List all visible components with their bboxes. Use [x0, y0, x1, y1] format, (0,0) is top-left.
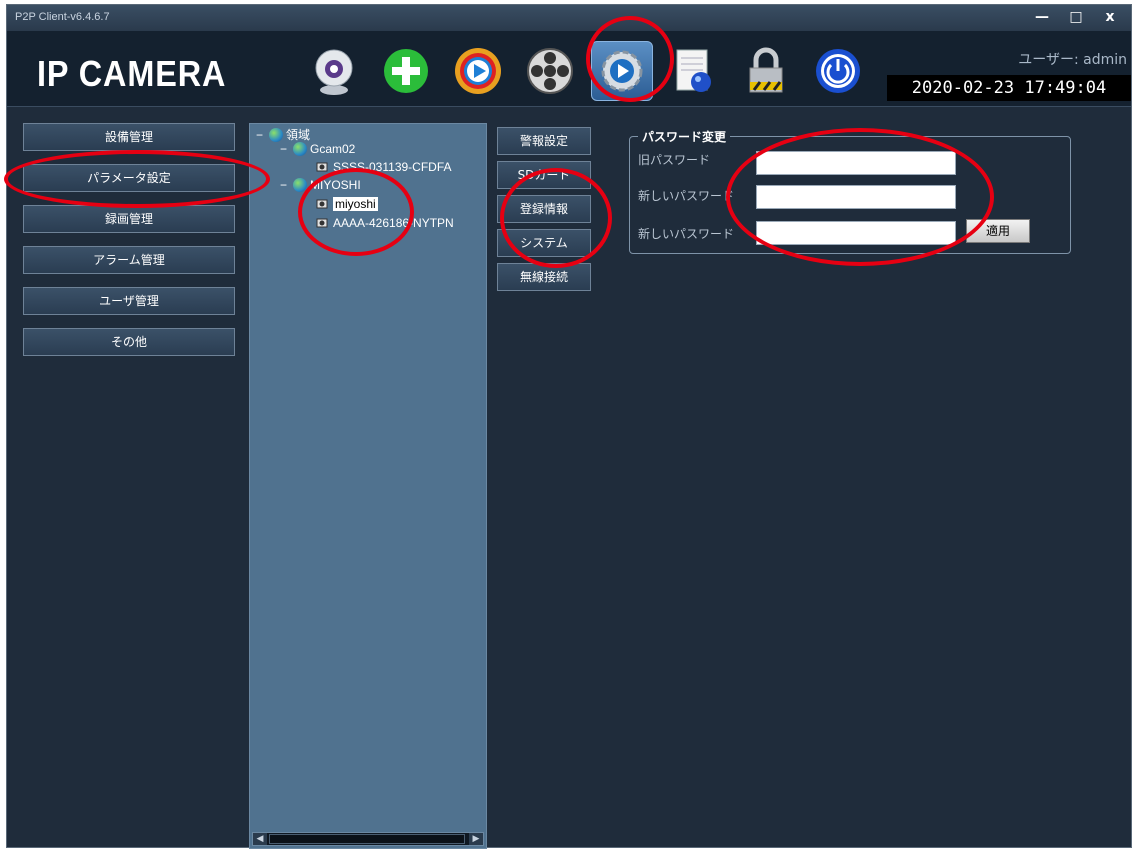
tree-root[interactable]: − 領域 [256, 126, 310, 143]
nav-device-management[interactable]: 設備管理 [23, 123, 235, 151]
confirm-password-label: 新しいパスワード [638, 227, 735, 241]
title-bar: P2P Client-v6.4.6.7 — □ x [7, 5, 1131, 31]
nav-other[interactable]: その他 [23, 328, 235, 356]
globe-icon [269, 127, 283, 142]
sub-wireless[interactable]: 無線接続 [497, 263, 591, 291]
horizontal-scrollbar[interactable]: ◀ ▶ [252, 832, 484, 846]
tree-root-label: 領域 [286, 128, 311, 142]
film-reel-icon[interactable] [519, 41, 581, 101]
annotation-circle [586, 16, 674, 102]
play-icon[interactable] [447, 41, 509, 101]
app-logo: IP CAMERA [37, 53, 227, 94]
collapse-icon[interactable]: − [280, 142, 290, 156]
annotation-circle [298, 168, 414, 256]
annotation-circle [726, 128, 994, 266]
maximize-button[interactable]: □ [1061, 7, 1091, 27]
old-password-label: 旧パスワード [638, 153, 711, 167]
camera-icon [316, 162, 328, 172]
datetime-display: 2020-02-23 17:49:04 [887, 75, 1131, 101]
lock-icon[interactable] [735, 41, 797, 101]
globe-icon [293, 142, 307, 156]
password-group-title: パスワード変更 [638, 128, 731, 145]
tree-group-gcam02[interactable]: − Gcam02 [280, 142, 355, 156]
nav-alarm-management[interactable]: アラーム管理 [23, 246, 235, 274]
tree-group-label: Gcam02 [310, 142, 356, 156]
minimize-button[interactable]: — [1027, 7, 1057, 27]
power-icon[interactable] [807, 41, 869, 101]
nav-recording-management[interactable]: 録画管理 [23, 205, 235, 233]
nav-user-management[interactable]: ユーザ管理 [23, 287, 235, 315]
user-label: ユーザー: admin [1018, 52, 1127, 68]
annotation-circle [4, 150, 270, 208]
scroll-right-arrow[interactable]: ▶ [469, 833, 483, 845]
sub-alarm-settings[interactable]: 警報設定 [497, 127, 591, 155]
annotation-circle [500, 168, 612, 268]
webcam-icon[interactable] [303, 41, 365, 101]
close-button[interactable]: x [1095, 7, 1125, 27]
new-password-label: 新しいパスワード [638, 189, 735, 203]
collapse-icon[interactable]: − [280, 178, 290, 192]
window-title: P2P Client-v6.4.6.7 [15, 11, 110, 23]
app-window: P2P Client-v6.4.6.7 — □ x IP CAMERA ユーザー… [6, 4, 1132, 849]
add-icon[interactable] [375, 41, 437, 101]
scroll-thumb[interactable] [269, 834, 465, 844]
collapse-icon[interactable]: − [256, 128, 266, 142]
header-bar: IP CAMERA ユーザー: admin 2020-02-23 17:49:0… [7, 31, 1131, 107]
scroll-left-arrow[interactable]: ◀ [253, 833, 267, 845]
